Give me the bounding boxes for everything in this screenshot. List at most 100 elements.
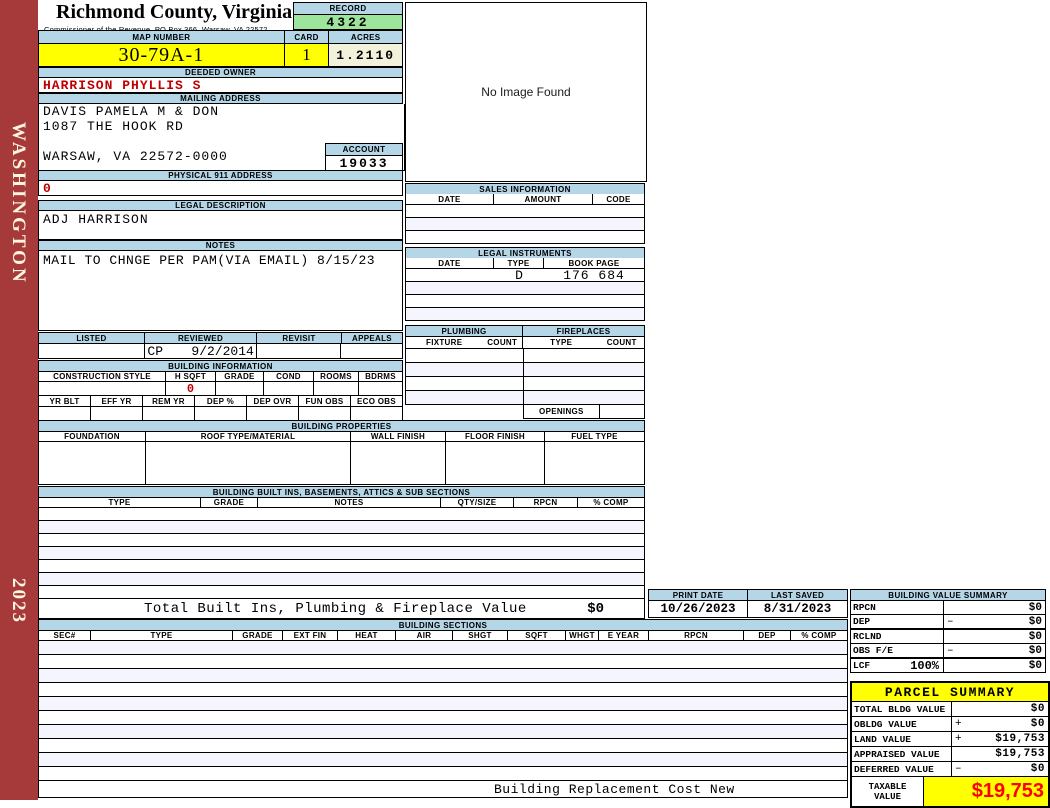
floor-finish-label: FLOOR FINISH	[446, 432, 545, 441]
fun-obs-label: FUN OBS	[299, 396, 351, 406]
legal-instruments-table: LEGAL INSTRUMENTS DATE TYPE BOOK PAGE D …	[405, 247, 645, 321]
dep-pct-value[interactable]	[195, 407, 247, 421]
fireplace-count-label: COUNT	[599, 337, 645, 348]
sales-code-label: CODE	[593, 194, 644, 204]
revisit-value[interactable]	[257, 344, 342, 358]
reviewed-value[interactable]: CP 9/2/2014	[145, 344, 257, 359]
card-label: CARD	[284, 31, 330, 43]
openings-value[interactable]	[600, 405, 644, 418]
whgt-label: WHGT	[566, 631, 599, 640]
built-ins-table: BUILDING BUILT INS, BASEMENTS, ATTICS & …	[38, 486, 645, 619]
sales-information-table: SALES INFORMATION DATE AMOUNT CODE	[405, 183, 645, 244]
plumbing-fireplace-empty-row[interactable]	[405, 363, 645, 377]
county-title: Richmond County, Virginia	[56, 1, 293, 23]
building-sections-empty-row[interactable]	[38, 655, 848, 669]
sqft-label: SQFT	[508, 631, 566, 640]
built-ins-empty-row[interactable]	[38, 560, 645, 573]
taxable-value: $19,753	[924, 777, 1048, 806]
bvs-rpcn-value: $0	[1028, 601, 1042, 614]
legal-instrument-empty-row[interactable]	[405, 308, 645, 321]
sales-empty-row[interactable]	[405, 231, 645, 244]
h-sqft-value[interactable]: 0	[166, 382, 216, 396]
heat-label: HEAT	[338, 631, 396, 640]
ext-fin-label: EXT FIN	[283, 631, 338, 640]
bdrms-label: BDRMS	[359, 372, 402, 381]
dep-ovr-label: DEP OVR	[247, 396, 299, 406]
shgt-label: SHGT	[453, 631, 508, 640]
listed-label: LISTED	[38, 332, 145, 344]
eff-yr-value[interactable]	[91, 407, 143, 421]
building-value-summary-title: BUILDING VALUE SUMMARY	[850, 589, 1046, 601]
built-ins-total-value: $0	[587, 600, 604, 617]
listed-value[interactable]	[39, 344, 146, 358]
plumbing-fireplace-empty-row[interactable]	[405, 391, 645, 405]
record-box: RECORD 4322	[293, 2, 403, 30]
built-ins-empty-row[interactable]	[38, 586, 645, 599]
building-sections-empty-row[interactable]	[38, 767, 848, 781]
sales-empty-row[interactable]	[405, 205, 645, 218]
fuel-type-value[interactable]	[545, 442, 644, 484]
fun-obs-value[interactable]	[299, 407, 351, 421]
roof-type-value[interactable]	[146, 442, 351, 484]
land-value-op: +	[955, 733, 962, 745]
building-sections-empty-row[interactable]	[38, 669, 848, 683]
map-number-band: MAP NUMBER CARD ACRES 30-79A-1 1 1.2110	[38, 30, 403, 67]
foundation-label: FOUNDATION	[39, 432, 146, 441]
bdrms-value[interactable]	[359, 382, 402, 395]
legal-description-value[interactable]: ADJ HARRISON	[38, 211, 403, 240]
building-sections-empty-row[interactable]	[38, 697, 848, 711]
legal-instrument-empty-row[interactable]	[405, 295, 645, 308]
wall-finish-value[interactable]	[351, 442, 446, 484]
building-sections-empty-row[interactable]	[38, 753, 848, 767]
grade-value[interactable]	[216, 382, 264, 395]
building-sections-empty-row[interactable]	[38, 739, 848, 753]
built-ins-empty-row[interactable]	[38, 547, 645, 560]
deeded-owner-value[interactable]: HARRISON PHYLLIS S	[38, 78, 403, 93]
sales-amount-label: AMOUNT	[494, 194, 593, 204]
map-number-label: MAP NUMBER	[39, 31, 285, 43]
eco-obs-value[interactable]	[351, 407, 402, 421]
bvs-lcf-value: $0	[1028, 659, 1042, 672]
building-sections-empty-row[interactable]	[38, 641, 848, 655]
plumbing-fireplace-empty-row[interactable]	[405, 349, 645, 363]
section-rpcn-label: RPCN	[649, 631, 744, 640]
cond-value[interactable]	[264, 382, 314, 395]
appeals-value[interactable]	[341, 344, 402, 358]
rooms-value[interactable]	[314, 382, 359, 395]
rem-yr-value[interactable]	[143, 407, 195, 421]
mailing-line-2: 1087 THE HOOK RD	[43, 119, 184, 134]
mailing-address-label: MAILING ADDRESS	[38, 93, 403, 104]
account-label: ACCOUNT	[325, 143, 403, 156]
legal-instrument-row[interactable]: D 176 684	[405, 268, 645, 283]
notes-value[interactable]: MAIL TO CHNGE PER PAM(VIA EMAIL) 8/15/23	[38, 251, 403, 331]
card-value[interactable]: 1	[284, 44, 330, 66]
appraised-value-label: APPRAISED VALUE	[852, 747, 952, 761]
legal-instrument-empty-row[interactable]	[405, 282, 645, 295]
sales-empty-row[interactable]	[405, 218, 645, 231]
yr-blt-value[interactable]	[39, 407, 91, 421]
bvs-row-obs: OBS F/E – $0	[850, 644, 1046, 659]
building-sections-empty-row[interactable]	[38, 711, 848, 725]
foundation-value[interactable]	[39, 442, 146, 484]
construction-style-value[interactable]	[39, 382, 166, 395]
physical-address-value[interactable]: 0	[38, 181, 403, 196]
plumbing-fireplace-empty-row[interactable]	[405, 377, 645, 391]
bvs-row-dep: DEP – $0	[850, 615, 1046, 630]
building-sections-empty-row[interactable]	[38, 725, 848, 739]
rem-yr-label: REM YR	[143, 396, 195, 406]
obldg-value-label: OBLDG VALUE	[852, 717, 952, 731]
floor-finish-value[interactable]	[446, 442, 545, 484]
built-ins-empty-row[interactable]	[38, 573, 645, 586]
built-ins-empty-row[interactable]	[38, 508, 645, 521]
account-value[interactable]: 19033	[325, 156, 403, 171]
dep-ovr-value[interactable]	[247, 407, 299, 421]
bvs-dep-value: $0	[1028, 615, 1042, 628]
map-number-value[interactable]: 30-79A-1	[39, 44, 285, 66]
print-date-value: 10/26/2023	[649, 601, 748, 617]
built-ins-empty-row[interactable]	[38, 534, 645, 547]
section-type-label: TYPE	[91, 631, 233, 640]
land-value-label: LAND VALUE	[852, 732, 952, 746]
built-ins-empty-row[interactable]	[38, 521, 645, 534]
acres-value[interactable]: 1.2110	[329, 44, 402, 66]
building-sections-empty-row[interactable]	[38, 683, 848, 697]
